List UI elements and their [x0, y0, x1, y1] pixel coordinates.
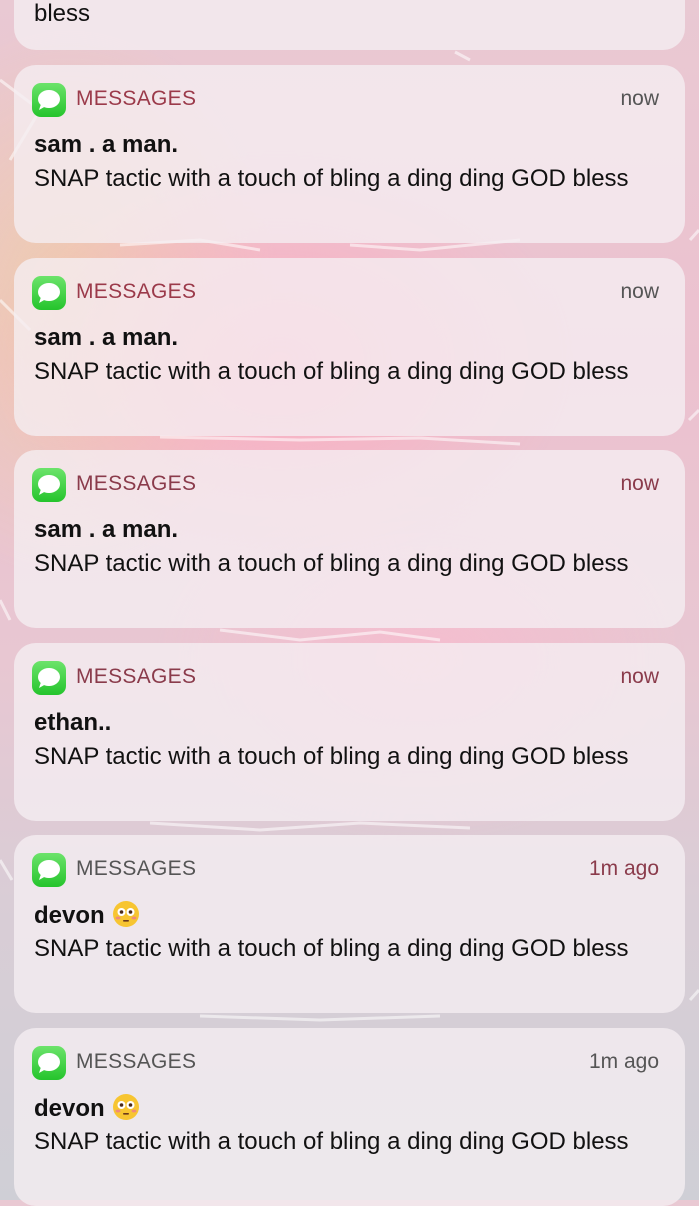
messages-app-icon [32, 661, 66, 695]
notification-body: SNAP tactic with a touch of bling a ding… [34, 550, 629, 577]
notification-time: now [620, 472, 659, 495]
sender-name: sam . a man. [34, 516, 179, 543]
sender-name: sam . a man. [34, 324, 179, 351]
notification-body: bless [34, 0, 91, 27]
notification-body: SNAP tactic with a touch of bling a ding… [34, 165, 629, 192]
notification-card[interactable]: MESSAGES 1m ago devon SNAP tactic with a… [14, 835, 685, 1013]
flushed-face-emoji-icon [112, 901, 139, 927]
app-name: MESSAGES [76, 1050, 197, 1073]
notification-card[interactable]: MESSAGES now sam . a man. SNAP tactic wi… [14, 258, 685, 436]
sender-name: devon [34, 1094, 139, 1123]
notification-time: 1m ago [588, 1050, 659, 1073]
sender-name-text: devon [34, 902, 105, 929]
sender-name: devon [34, 901, 139, 930]
app-name: MESSAGES [76, 665, 197, 688]
notification-time: now [620, 665, 659, 688]
messages-app-icon [32, 1046, 66, 1080]
notification-body: SNAP tactic with a touch of bling a ding… [34, 935, 629, 962]
notification-time: 1m ago [588, 857, 659, 880]
flushed-face-emoji-icon [112, 1094, 139, 1120]
notification-card[interactable]: MESSAGES now sam . a man. SNAP tactic wi… [14, 65, 685, 243]
notification-time: now [620, 280, 659, 303]
notification-body: SNAP tactic with a touch of bling a ding… [34, 1128, 629, 1155]
messages-app-icon [32, 468, 66, 502]
messages-app-icon [32, 853, 66, 887]
messages-app-icon [32, 83, 66, 117]
sender-name: ethan.. [34, 709, 112, 736]
sender-name: sam . a man. [34, 131, 179, 158]
messages-app-icon [32, 276, 66, 310]
notification-body: SNAP tactic with a touch of bling a ding… [34, 358, 629, 385]
notification-card[interactable]: MESSAGES 1m ago devon SNAP tactic with a… [14, 1028, 685, 1206]
sender-name-text: devon [34, 1095, 105, 1122]
app-name: MESSAGES [76, 280, 197, 303]
notification-card[interactable]: MESSAGES now ethan.. SNAP tactic with a … [14, 643, 685, 821]
app-name: MESSAGES [76, 472, 197, 495]
app-name: MESSAGES [76, 857, 197, 880]
notification-time: now [620, 87, 659, 110]
notification-card[interactable]: MESSAGES now sam . a man. SNAP tactic wi… [14, 450, 685, 628]
app-name: MESSAGES [76, 87, 197, 110]
notification-card-partial[interactable]: bless [14, 0, 685, 50]
notification-body: SNAP tactic with a touch of bling a ding… [34, 743, 629, 770]
